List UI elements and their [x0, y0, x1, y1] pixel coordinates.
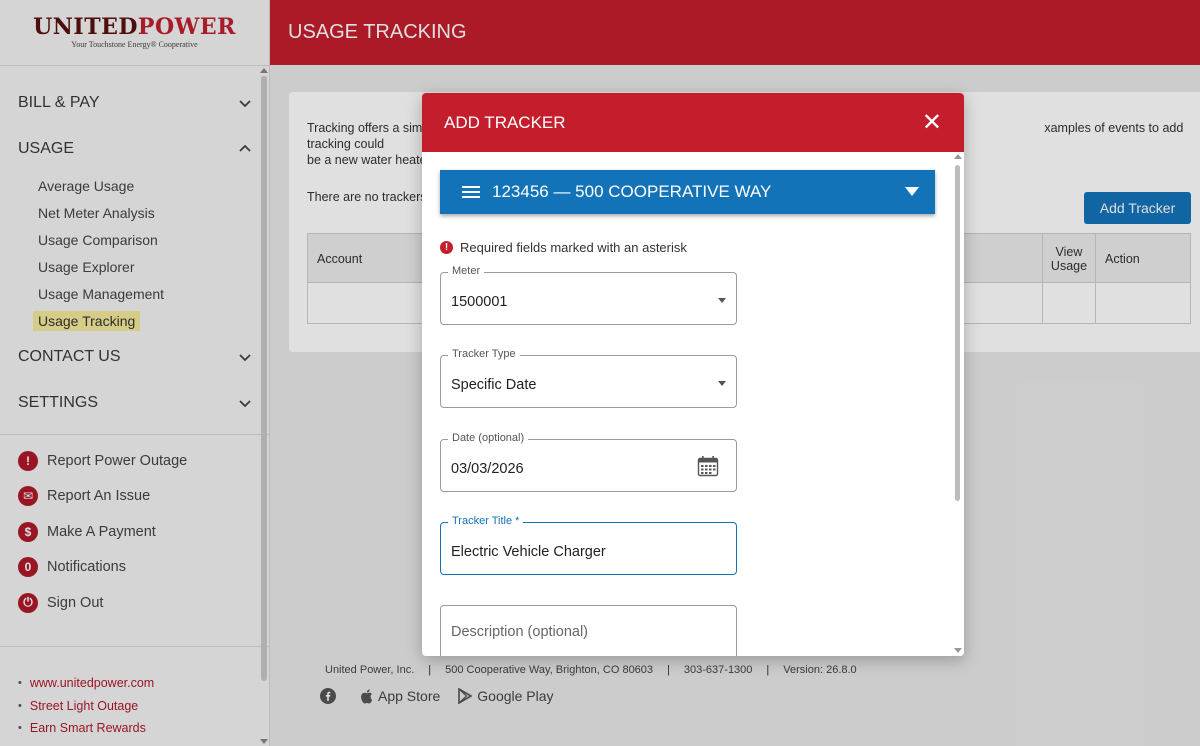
description-field[interactable]: Description (optional)	[440, 605, 737, 656]
scroll-up-arrow[interactable]	[954, 154, 962, 159]
tracker-title-field[interactable]: Tracker Title * Electric Vehicle Charger	[440, 515, 737, 575]
required-fields-note: ! Required fields marked with an asteris…	[440, 240, 687, 255]
account-selector[interactable]: 123456 — 500 COOPERATIVE WAY	[440, 170, 935, 214]
dialog-scrollbar[interactable]	[954, 152, 962, 656]
info-icon: !	[440, 241, 453, 254]
menu-icon	[462, 186, 480, 198]
tracker-type-select[interactable]: Tracker Type Specific Date	[440, 348, 737, 408]
dropdown-arrow-icon	[718, 381, 726, 386]
close-icon[interactable]: ✕	[922, 110, 942, 135]
caret-down-icon	[905, 187, 919, 196]
add-tracker-dialog: ADD TRACKER ✕ 123456 — 500 COOPERATIVE W…	[422, 93, 964, 656]
dialog-title: ADD TRACKER	[444, 112, 566, 132]
scroll-down-arrow[interactable]	[954, 648, 962, 653]
account-selector-label: 123456 — 500 COOPERATIVE WAY	[492, 182, 772, 201]
dialog-header: ADD TRACKER ✕	[422, 93, 964, 152]
date-field[interactable]: Date (optional) 03/03/2026	[440, 432, 737, 492]
calendar-icon[interactable]	[697, 455, 719, 477]
meter-select[interactable]: Meter 1500001	[440, 265, 737, 325]
dropdown-arrow-icon	[718, 298, 726, 303]
scroll-thumb[interactable]	[955, 165, 960, 501]
